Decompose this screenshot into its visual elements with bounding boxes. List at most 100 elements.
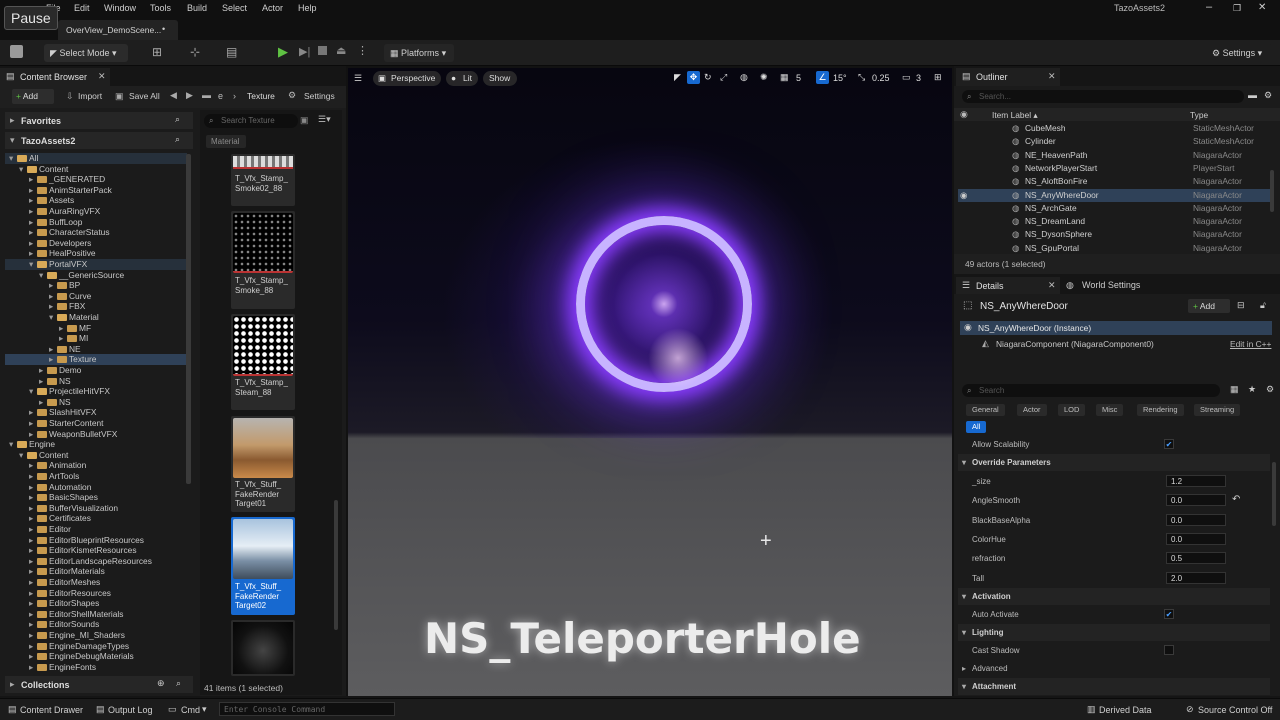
back-icon[interactable]: ◀ (170, 90, 177, 101)
tree-item[interactable]: ▸ HealPositive (5, 248, 187, 259)
parameter-value-input[interactable]: 2.0 (1166, 571, 1226, 584)
tree-item[interactable]: ▾ Content (5, 450, 187, 461)
project-header[interactable]: ▾ TazoAssets2 ⌕ (5, 132, 193, 149)
scale-snap-value[interactable]: 0.25 (872, 73, 890, 83)
collapse-arrow-icon[interactable]: ▾ (9, 153, 17, 164)
tree-item[interactable]: ▾ All (5, 153, 187, 164)
tree-item[interactable]: ▸ NS (5, 376, 187, 387)
tree-item[interactable]: ▸ EngineDamageTypes (5, 641, 187, 652)
tree-item[interactable]: ▸ Developers (5, 238, 187, 249)
favorites-star-icon[interactable]: ★ (1248, 384, 1256, 395)
tree-item[interactable]: ▸ BasicShapes (5, 492, 187, 503)
gear-icon[interactable]: ⚙ (1266, 384, 1274, 395)
expand-arrow-icon[interactable]: ▸ (29, 429, 37, 440)
expand-arrow-icon[interactable]: ▸ (29, 471, 37, 482)
cinematics-icon[interactable]: ▤ (226, 45, 237, 59)
expand-arrow-icon[interactable]: ▸ (29, 566, 37, 577)
filter-chip-material[interactable]: Material (206, 135, 246, 148)
tree-item[interactable]: ▸ BP (5, 280, 187, 291)
add-collection-icon[interactable]: ⊕ (157, 678, 165, 689)
rotate-icon[interactable]: ↻ (704, 72, 712, 83)
add-component-button[interactable]: + Add (1188, 299, 1230, 313)
tree-item[interactable]: ▸ AnimStarterPack (5, 185, 187, 196)
output-log-button[interactable]: Output Log (108, 705, 153, 715)
outliner-row[interactable]: ◍ NE_HeavenPath NiagaraActor (958, 149, 1270, 162)
filter-general[interactable]: General (966, 404, 1005, 416)
outliner-row[interactable]: ◍ NS_GpuPortal NiagaraActor (958, 242, 1270, 255)
outliner-row[interactable]: ◍ NS_AloftBonFire NiagaraActor (958, 175, 1270, 188)
expand-arrow-icon[interactable]: ▸ (39, 397, 47, 408)
expand-arrow-icon[interactable]: ▸ (29, 598, 37, 609)
content-browser-tab[interactable]: ▤ Content Browser ✕ (0, 68, 110, 86)
expand-arrow-icon[interactable]: ▸ (29, 238, 37, 249)
breadcrumb-ellipsis[interactable]: e (218, 91, 223, 101)
tree-item[interactable]: ▸ EditorSounds (5, 619, 187, 630)
details-search-input[interactable]: ⌕ Search (962, 384, 1220, 397)
expand-arrow-icon[interactable]: ▸ (29, 227, 37, 238)
rotation-snap-value[interactable]: 15° (833, 73, 847, 83)
tree-item[interactable]: ▸ FBX (5, 301, 187, 312)
asset-scrollbar[interactable] (334, 500, 338, 630)
level-tab[interactable]: OverView_DemoScene... • (58, 20, 178, 40)
component-row[interactable]: ◭ NiagaraComponent (NiagaraComponent0) E… (960, 337, 1272, 350)
import-button[interactable]: Import (78, 91, 102, 101)
expand-arrow-icon[interactable]: ▸ (29, 407, 37, 418)
collapse-arrow-icon[interactable]: ▾ (19, 164, 27, 175)
parameter-value-input[interactable]: 0.0 (1166, 532, 1226, 545)
expand-arrow-icon[interactable]: ▸ (29, 535, 37, 546)
tree-item[interactable]: ▸ BuffLoop (5, 217, 187, 228)
tree-item[interactable]: ▸ MF (5, 323, 187, 334)
tree-item[interactable]: ▸ ArtTools (5, 471, 187, 482)
collapse-arrow-icon[interactable]: ▾ (49, 312, 57, 323)
tree-item[interactable]: ▸ StarterContent (5, 418, 187, 429)
expand-arrow-icon[interactable]: ▸ (59, 333, 67, 344)
maximize-icon[interactable]: ❐ (1233, 3, 1241, 14)
save-icon[interactable] (10, 45, 23, 58)
tree-item[interactable]: ▸ BufferVisualization (5, 503, 187, 514)
play-icon[interactable]: ▶ (278, 44, 288, 60)
step-icon[interactable]: ▶| (299, 45, 310, 58)
add-actor-icon[interactable]: ⊞ (152, 45, 162, 59)
tree-item[interactable]: ▸ CharacterStatus (5, 227, 187, 238)
breadcrumb-current[interactable]: Texture (247, 91, 275, 101)
expand-arrow-icon[interactable]: ▸ (29, 619, 37, 630)
close-tab-icon[interactable]: ✕ (98, 71, 106, 82)
expand-arrow-icon[interactable]: ▸ (29, 482, 37, 493)
menu-build[interactable]: Build (187, 3, 207, 13)
details-scrollbar[interactable] (1272, 462, 1276, 526)
add-folder-icon[interactable]: ▬ (1248, 90, 1257, 100)
parameter-value-input[interactable]: 0.0 (1166, 513, 1226, 526)
more-options-icon[interactable]: ⋮ (357, 44, 368, 57)
expand-arrow-icon[interactable]: ▸ (29, 651, 37, 662)
tree-item[interactable]: ▸ EditorShapes (5, 598, 187, 609)
cast-shadow-checkbox[interactable] (1164, 645, 1174, 655)
expand-arrow-icon[interactable]: ▸ (29, 418, 37, 429)
add-button[interactable]: + Add (12, 89, 54, 104)
save-all-button[interactable]: Save All (129, 91, 160, 101)
override-parameters-category[interactable]: ▾ Override Parameters (958, 454, 1270, 471)
tree-item[interactable]: ▸ MI (5, 333, 187, 344)
close-tab-icon[interactable]: ✕ (1048, 280, 1056, 291)
outliner-row[interactable]: ◍ NS_DysonSphere NiagaraActor (958, 228, 1270, 241)
tree-item[interactable]: ▸ NE (5, 344, 187, 355)
visibility-eye-icon[interactable]: ◉ (960, 189, 967, 202)
expand-arrow-icon[interactable]: ▸ (49, 344, 57, 355)
collapse-arrow-icon[interactable]: ▾ (29, 386, 37, 397)
tree-item[interactable]: ▾ __GenericSource (5, 270, 187, 281)
chevron-down-icon[interactable]: ▾ (202, 704, 207, 715)
reset-to-default-icon[interactable]: ↶ (1232, 494, 1240, 505)
collapse-arrow-icon[interactable]: ▾ (19, 450, 27, 461)
expand-arrow-icon[interactable]: ▸ (29, 248, 37, 259)
filter-all[interactable]: All (966, 421, 987, 433)
outliner-search-input[interactable]: ⌕ Search... (962, 90, 1244, 103)
advanced-row[interactable]: ▸ Advanced (958, 659, 1270, 678)
filter-misc[interactable]: Misc (1096, 404, 1124, 416)
activation-category[interactable]: ▾ Activation (958, 588, 1270, 605)
auto-activate-checkbox[interactable]: ✔ (1164, 609, 1174, 619)
tree-item[interactable]: ▸ NS (5, 397, 187, 408)
parameter-value-input[interactable]: 1.2 (1166, 475, 1226, 487)
scale-snap-icon[interactable]: ⤡ (858, 72, 865, 83)
derived-data-button[interactable]: Derived Data (1099, 705, 1152, 715)
cmd-selector[interactable]: Cmd (181, 705, 200, 715)
collapse-arrow-icon[interactable]: ▾ (9, 439, 17, 450)
